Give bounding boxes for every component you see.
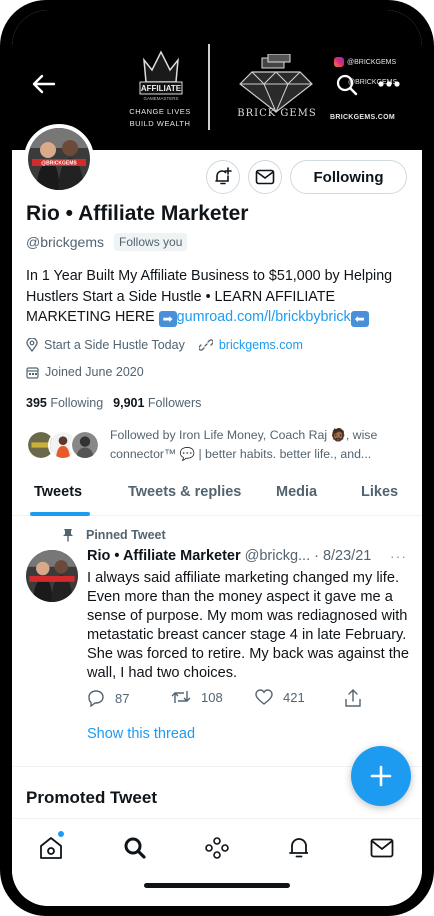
back-arrow-icon[interactable] (32, 74, 56, 94)
reply-count: 87 (115, 690, 130, 706)
banner-divider (208, 44, 210, 130)
bell-icon (289, 838, 308, 858)
following-button[interactable]: Following (290, 160, 407, 194)
pin-icon (63, 529, 73, 542)
nav-search[interactable] (120, 833, 150, 863)
reply-icon (88, 690, 104, 707)
retweet-count: 108 (201, 689, 223, 705)
link-icon (198, 339, 213, 351)
tweet-header: Rio • Affiliate Marketer @brickg... · 8/… (87, 548, 371, 564)
home-icon (40, 837, 62, 859)
mail-icon (370, 838, 394, 858)
heart-icon (255, 689, 273, 705)
following-count: 395 (26, 396, 47, 410)
nav-home[interactable] (36, 833, 66, 863)
instagram-icon (334, 57, 344, 67)
followers-stat[interactable]: 9,901 Followers (113, 396, 201, 410)
tweet-author-avatar[interactable] (26, 550, 78, 602)
home-indicator (144, 883, 290, 888)
brick-gems-logo (239, 54, 313, 114)
affiliate-logo-subtext: GAMEMASTERS (143, 96, 178, 101)
location-text: Start a Side Hustle Today (44, 338, 185, 352)
affiliate-tagline: CHANGE LIVES BUILD WEALTH (120, 106, 200, 130)
bottom-nav (12, 818, 422, 906)
retweet-button[interactable]: 108 (171, 689, 223, 705)
tagline-line-1: CHANGE LIVES (129, 107, 191, 116)
share-icon (345, 689, 361, 707)
like-button[interactable]: 421 (255, 689, 305, 705)
arrow-right-emoji: ➡ (158, 311, 177, 327)
active-tab-indicator (30, 512, 90, 516)
affiliate-logo: AFFILIATE GAMEMASTERS (139, 50, 183, 101)
followers-label: Followers (147, 396, 202, 410)
website-link[interactable]: brickgems.com (219, 338, 303, 352)
plus-icon (370, 765, 392, 787)
tab-likes[interactable]: Likes (361, 484, 398, 500)
followed-by-text: Followed by Iron Life Money, Coach Raj 🧔… (110, 428, 378, 461)
like-count: 421 (283, 689, 305, 705)
brand-name: BRICK GEMS (237, 108, 317, 119)
calendar-icon (26, 366, 39, 379)
follow-stats: 395 Following 9,901 Followers (26, 396, 201, 410)
joined-text: Joined June 2020 (45, 365, 144, 379)
tweet-author-handle: @brickg... (244, 548, 311, 564)
profile-avatar[interactable]: @BRICKGEMS (24, 124, 94, 194)
pinned-label-row: Pinned Tweet (62, 528, 166, 542)
mail-icon (255, 169, 275, 185)
followed-by-preview[interactable]: Followed by Iron Life Money, Coach Raj 🧔… (26, 426, 412, 466)
instagram-handle: @BRICKGEMS (347, 58, 397, 66)
profile-handle: @brickgems (26, 234, 105, 250)
promoted-tweet-heading: Promoted Tweet (26, 788, 157, 807)
compose-button[interactable] (351, 746, 411, 806)
profile-tabs: Tweets Tweets & replies Media Likes (12, 472, 422, 516)
affiliate-logo-text: AFFILIATE (141, 84, 182, 93)
bio-link[interactable]: gumroad.com/l/brickbybrick (177, 309, 351, 325)
notify-button[interactable] (206, 160, 240, 194)
home-notification-dot (58, 831, 64, 837)
screen: AFFILIATE GAMEMASTERS CHANGE LIVES BUILD… (12, 10, 422, 906)
tweet-more-icon[interactable]: ··· (390, 548, 407, 564)
pinned-label: Pinned Tweet (86, 528, 166, 542)
follower-avatar-3 (70, 430, 100, 460)
tab-tweets[interactable]: Tweets (34, 484, 82, 500)
tab-media[interactable]: Media (276, 484, 317, 500)
profile-name: Rio • Affiliate Marketer (26, 202, 249, 225)
avatar-image: @BRICKGEMS (28, 128, 90, 190)
share-button[interactable] (345, 689, 361, 707)
follows-you-badge: Follows you (114, 233, 188, 251)
retweet-icon (171, 691, 191, 703)
tab-tweets-replies[interactable]: Tweets & replies (128, 484, 241, 500)
following-label: Following (50, 396, 104, 410)
arrow-left-emoji: ⬅ (350, 311, 369, 327)
profile-bio: In 1 Year Built My Affiliate Business to… (26, 266, 412, 328)
tagline-line-2: BUILD WEALTH (129, 119, 191, 128)
location-pin-icon (26, 338, 38, 352)
tweet-author-name[interactable]: Rio • Affiliate Marketer (87, 548, 241, 564)
search-icon (124, 837, 146, 859)
nav-notifications[interactable] (284, 833, 314, 863)
message-button[interactable] (248, 160, 282, 194)
meta-row-location: Start a Side Hustle Today brickgems.com (26, 338, 303, 352)
nav-spaces[interactable] (202, 833, 232, 863)
more-dots-icon[interactable] (378, 80, 400, 88)
bell-plus-icon (215, 167, 232, 185)
tweet-actions: 87 108 421 (87, 689, 387, 711)
nav-messages[interactable] (367, 833, 397, 863)
tweet-date[interactable]: · 8/23/21 (314, 548, 371, 564)
reply-button[interactable]: 87 (87, 689, 129, 707)
tweet-body: I always said affiliate marketing change… (87, 570, 410, 682)
tweet-avatar-image (26, 550, 78, 602)
show-thread-link[interactable]: Show this thread (87, 726, 195, 742)
handle-row: @brickgems Follows you (26, 233, 188, 251)
followers-count: 9,901 (113, 396, 145, 410)
phone-frame: AFFILIATE GAMEMASTERS CHANGE LIVES BUILD… (0, 0, 434, 916)
avatar-caption: @BRICKGEMS (41, 161, 77, 167)
meta-row-joined: Joined June 2020 (26, 365, 144, 379)
spaces-icon (205, 837, 229, 859)
banner-website: BRICKGEMS.COM (330, 114, 395, 121)
search-icon[interactable] (336, 74, 358, 96)
following-stat[interactable]: 395 Following (26, 396, 103, 410)
